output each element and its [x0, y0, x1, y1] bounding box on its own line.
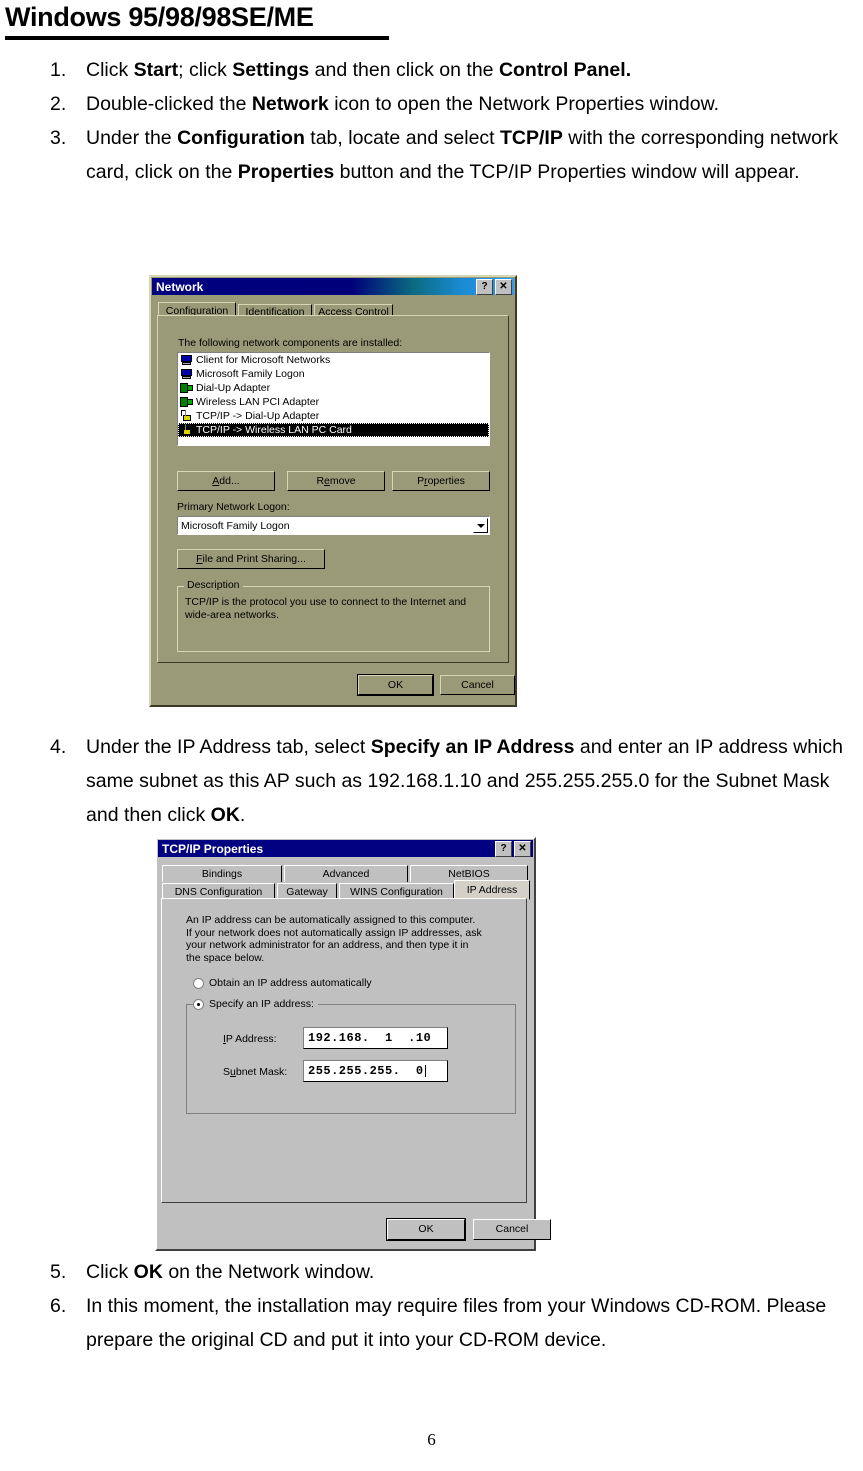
- subnet-mask-label: Subnet Mask:: [223, 1066, 288, 1078]
- tcpip-cancel-button[interactable]: Cancel: [473, 1219, 551, 1240]
- computer-icon: [180, 368, 193, 380]
- close-icon[interactable]: ✕: [514, 840, 531, 857]
- tcpip-dialog-titlebar[interactable]: TCP/IP Properties ? ✕: [158, 840, 533, 857]
- text-caret: [424, 1065, 426, 1077]
- subnet-mask-input[interactable]: 255.255.255. 0: [303, 1060, 448, 1082]
- list-item-label: Client for Microsoft Networks: [196, 354, 331, 366]
- network-dialog-titlebar[interactable]: Network ? ✕: [152, 278, 514, 295]
- list-item[interactable]: Microsoft Family Logon: [178, 367, 489, 381]
- protocol-icon: [180, 410, 193, 422]
- step-number: 4.: [50, 736, 67, 758]
- list-item-label: Microsoft Family Logon: [196, 368, 305, 380]
- add-button[interactable]: Add...: [177, 471, 275, 491]
- subnet-mask-value: 255.255.255. 0: [308, 1064, 424, 1078]
- instruction-step: 1. Click Start; click Settings and then c…: [50, 53, 863, 87]
- list-item-label: Dial-Up Adapter: [196, 382, 271, 394]
- list-item-label: Wireless LAN PCI Adapter: [196, 396, 320, 408]
- step-text: Click OK on the Network window.: [86, 1261, 375, 1283]
- close-icon[interactable]: ✕: [495, 278, 512, 295]
- ip-address-value: 192.168. 1 .10: [308, 1031, 432, 1045]
- page-number: 6: [427, 1430, 436, 1449]
- properties-button[interactable]: Properties: [392, 471, 490, 491]
- components-list-label: The following network components are ins…: [178, 337, 403, 349]
- step-text: In this moment, the installation may req…: [86, 1295, 827, 1351]
- step-number: 6.: [50, 1295, 67, 1317]
- page-title: Windows 95/98/98SE/ME: [5, 2, 314, 32]
- radio-obtain-ip-automatically[interactable]: Obtain an IP address automatically: [193, 977, 372, 989]
- radio-specify-ip-address[interactable]: Specify an IP address:: [193, 998, 318, 1010]
- network-components-list[interactable]: Client for Microsoft Networks Microsoft F…: [177, 352, 490, 446]
- network-adapter-icon: [180, 396, 193, 408]
- tab-dns-configuration[interactable]: DNS Configuration: [162, 883, 275, 899]
- tab-label: Gateway: [286, 885, 328, 898]
- computer-icon: [180, 354, 193, 366]
- primary-logon-label: Primary Network Logon:: [177, 501, 290, 513]
- ip-address-label: IP Address:: [223, 1033, 277, 1045]
- network-dialog-title: Network: [156, 279, 204, 294]
- description-groupbox: Description TCP/IP is the protocol you u…: [177, 580, 490, 652]
- radio-indicator: [193, 977, 204, 989]
- list-item[interactable]: Client for Microsoft Networks: [178, 353, 489, 367]
- tcpip-dialog-title: TCP/IP Properties: [162, 841, 264, 856]
- description-text: TCP/IP is the protocol you use to connec…: [185, 596, 467, 621]
- radio-label: Obtain an IP address automatically: [209, 977, 372, 989]
- tcpip-ok-button[interactable]: OK: [387, 1219, 465, 1240]
- file-print-sharing-button[interactable]: File and Print Sharing...: [177, 549, 325, 569]
- specify-ip-groupbox: [186, 1004, 516, 1114]
- instruction-list-bottom: 5. Click OK on the Network window. 6. In th…: [50, 1255, 863, 1357]
- instruction-step: 6. In this moment, the installation may r…: [50, 1289, 863, 1357]
- tab-label: Advanced: [322, 868, 370, 880]
- step-number: 1.: [50, 59, 67, 81]
- instruction-list-middle: 4. Under the IP Address tab, select Speci…: [50, 730, 863, 832]
- ip-address-description: An IP address can be automatically assig…: [186, 914, 482, 964]
- step-text: Double-clicked the Network icon to open …: [86, 93, 719, 115]
- help-icon[interactable]: ?: [476, 278, 493, 295]
- instruction-list-top: 1. Click Start; click Settings and then c…: [50, 53, 863, 189]
- step-number: 3.: [50, 127, 67, 149]
- instruction-step: 3. Under the Configuration tab, locate an…: [50, 121, 863, 189]
- list-item[interactable]: TCP/IP -> Dial-Up Adapter: [178, 409, 489, 423]
- primary-logon-value: Microsoft Family Logon: [181, 519, 290, 532]
- tab-gateway[interactable]: Gateway: [277, 883, 337, 899]
- step-text: Click Start; click Settings and then cli…: [86, 59, 632, 81]
- chevron-down-icon[interactable]: [473, 518, 488, 533]
- description-groupbox-title: Description: [184, 580, 243, 591]
- tab-label: WINS Configuration: [350, 885, 443, 898]
- network-cancel-button[interactable]: Cancel: [440, 675, 515, 695]
- radio-indicator: [193, 998, 204, 1010]
- step-number: 5.: [50, 1261, 67, 1283]
- list-item[interactable]: Dial-Up Adapter: [178, 381, 489, 395]
- list-item[interactable]: TCP/IP -> Wireless LAN PC Card: [178, 423, 489, 437]
- help-icon[interactable]: ?: [495, 840, 512, 857]
- primary-logon-select[interactable]: Microsoft Family Logon: [177, 516, 490, 535]
- protocol-icon: [180, 424, 193, 436]
- radio-label: Specify an IP address:: [209, 998, 314, 1010]
- network-dialog[interactable]: Network ? ✕ Configuration Identification…: [149, 275, 517, 707]
- ip-address-input[interactable]: 192.168. 1 .10: [303, 1027, 448, 1049]
- list-item[interactable]: Wireless LAN PCI Adapter: [178, 395, 489, 409]
- network-adapter-icon: [180, 382, 193, 394]
- instruction-step: 5. Click OK on the Network window.: [50, 1255, 863, 1289]
- step-text: Under the Configuration tab, locate and …: [86, 127, 839, 183]
- tab-wins-configuration[interactable]: WINS Configuration: [339, 883, 454, 899]
- list-item-label: TCP/IP -> Dial-Up Adapter: [196, 410, 320, 422]
- tab-label: IP Address: [466, 884, 518, 896]
- tab-label: DNS Configuration: [174, 885, 263, 898]
- tab-label: NetBIOS: [448, 868, 490, 880]
- tab-label: Bindings: [201, 868, 243, 880]
- tab-ip-address[interactable]: IP Address: [454, 880, 530, 900]
- step-text: Under the IP Address tab, select Specify…: [86, 736, 843, 826]
- network-ok-button[interactable]: OK: [358, 675, 433, 695]
- page-title-underline: [5, 36, 389, 40]
- instruction-step: 4. Under the IP Address tab, select Speci…: [50, 730, 863, 832]
- instruction-step: 2. Double-clicked the Network icon to ope…: [50, 87, 863, 121]
- step-number: 2.: [50, 93, 67, 115]
- list-item-label: TCP/IP -> Wireless LAN PC Card: [196, 424, 352, 436]
- tcpip-properties-dialog[interactable]: TCP/IP Properties ? ✕ Bindings Advanced …: [155, 837, 551, 1251]
- tab-advanced[interactable]: Advanced: [284, 865, 408, 882]
- tab-bindings[interactable]: Bindings: [162, 865, 282, 882]
- remove-button[interactable]: Remove: [287, 471, 385, 491]
